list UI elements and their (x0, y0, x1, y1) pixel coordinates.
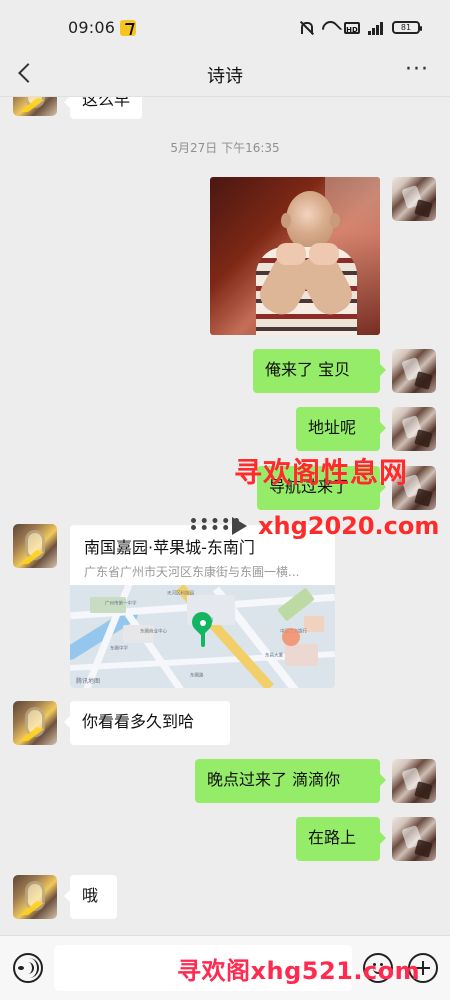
outgoing-message[interactable]: 在路上 (296, 817, 386, 861)
pin-stem (201, 631, 205, 647)
self-avatar[interactable] (392, 817, 436, 861)
more-options-button[interactable]: ··· (404, 59, 430, 82)
map-brand: 腾讯地图 (76, 678, 101, 685)
map-label: 广州市第一中学 (105, 601, 137, 607)
map-road (124, 612, 189, 688)
message-timestamp: 5月27日 下午16:35 (170, 141, 280, 155)
map-label: 天河区科技园 (167, 591, 195, 597)
self-avatar[interactable] (392, 349, 436, 393)
watermark-top: 寻欢阁性息网 (234, 456, 409, 489)
contact-avatar[interactable] (13, 97, 57, 116)
message-text: 在路上 (308, 828, 357, 847)
hd-icon: HD (344, 21, 360, 34)
signal-icon (368, 21, 384, 35)
chat-title: 诗诗 (207, 66, 243, 87)
photo-hand (276, 243, 306, 265)
self-avatar[interactable] (392, 759, 436, 803)
message-text: 地址呢 (308, 418, 357, 437)
outgoing-message[interactable]: 地址呢 (296, 407, 386, 451)
watermark-arrow-icon (191, 517, 247, 535)
message-text: 俺来了 宝贝 (265, 360, 351, 379)
wifi-icon (321, 20, 336, 35)
message-text: 这么早 (82, 97, 131, 109)
map-building (285, 644, 318, 666)
self-avatar[interactable] (392, 407, 436, 451)
location-message-card[interactable]: 南国嘉园·苹果城-东南门 广东省广州市天河区东康街与东圃一横... 天河区科技园… (70, 525, 335, 688)
map-label: 东圃商业中心 (140, 629, 168, 635)
photo-ear (330, 213, 340, 228)
incoming-message[interactable]: 你看看多久到哈 (64, 701, 230, 745)
contact-avatar[interactable] (13, 875, 57, 919)
location-address: 广东省广州市天河区东康街与东圃一横... (84, 565, 300, 579)
incoming-message[interactable]: 哦 (64, 875, 117, 919)
photo-child-head (286, 191, 334, 249)
voice-button[interactable] (13, 953, 43, 983)
map-label: 东圃路 (190, 673, 204, 679)
app-badge-icon (120, 20, 136, 36)
photo-ear (281, 213, 291, 228)
map-preview[interactable]: 天河区科技园 广州市第一中学 南国嘉园 东圃商业中心 中国工商银行 东昌大厦 东… (70, 585, 335, 688)
message-text: 你看看多久到哈 (82, 712, 195, 731)
watermark-site: xhg2020.com (258, 512, 440, 540)
watermark-bottom: 寻欢阁xhg521.com (177, 957, 421, 985)
map-label: 东圃中学 (110, 646, 129, 652)
voice-icon (18, 958, 39, 978)
status-icons: HD 81 (298, 20, 422, 35)
contact-avatar[interactable] (13, 701, 57, 745)
outgoing-message[interactable]: 晚点过来了 滴滴你 (195, 759, 386, 803)
map-poi-marker (282, 628, 300, 646)
status-time: 09:06 (68, 18, 116, 37)
contact-avatar[interactable] (13, 524, 57, 568)
chat-header: 诗诗 ··· (0, 52, 450, 97)
mute-icon (298, 20, 313, 35)
location-title: 南国嘉园·苹果城-东南门 (84, 538, 255, 557)
map-label: 东昌大厦 (265, 653, 284, 659)
photo-hand (309, 243, 339, 265)
self-avatar[interactable] (392, 177, 436, 221)
outgoing-message[interactable]: 俺来了 宝贝 (253, 349, 386, 393)
battery-indicator: 81 (392, 21, 422, 34)
status-bar: 09:06 HD 81 (0, 0, 450, 52)
incoming-message-partial[interactable]: 这么早 (63, 97, 143, 119)
location-pin-icon (191, 612, 215, 647)
sent-photo-message[interactable] (210, 177, 380, 335)
message-text: 哦 (82, 886, 99, 905)
message-text: 晚点过来了 滴滴你 (207, 770, 341, 789)
